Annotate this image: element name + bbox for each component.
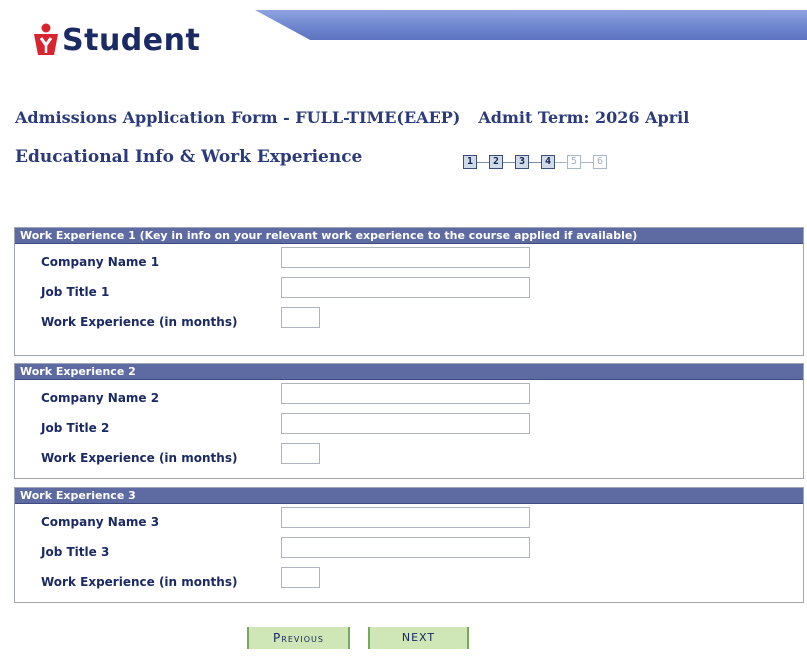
logo-text: Student — [62, 22, 201, 58]
job-title-label: Job Title 1 — [41, 285, 110, 299]
form-name: Admissions Application Form - FULL-TIME(… — [15, 108, 461, 127]
months-1-input[interactable] — [281, 307, 320, 328]
step-2[interactable]: 2 — [489, 155, 503, 169]
company-name-row: Company Name 1 — [15, 244, 803, 274]
section-title: Educational Info & Work Experience — [15, 147, 363, 167]
step-1[interactable]: 1 — [463, 155, 477, 169]
job-title-row: Job Title 1 — [15, 274, 803, 304]
work-experience-1-group: Work Experience 1 (Key in info on your r… — [14, 227, 804, 356]
job-title-row: Job Title 2 — [15, 410, 803, 440]
job-title-label: Job Title 2 — [41, 421, 110, 435]
student-logo: Student — [32, 20, 200, 60]
group-header: Work Experience 2 — [15, 364, 803, 380]
group-header: Work Experience 1 (Key in info on your r… — [15, 228, 803, 244]
months-label: Work Experience (in months) — [41, 451, 238, 465]
step-connector — [555, 161, 567, 163]
job-title-3-input[interactable] — [281, 537, 530, 558]
job-title-label: Job Title 3 — [41, 545, 110, 559]
step-4[interactable]: 4 — [541, 155, 555, 169]
step-connector — [581, 161, 593, 163]
months-row: Work Experience (in months) — [15, 564, 803, 594]
months-row: Work Experience (in months) — [15, 440, 803, 470]
next-button[interactable]: NEXT — [368, 627, 469, 649]
months-3-input[interactable] — [281, 567, 320, 588]
step-indicator: 1 2 3 4 5 6 — [463, 153, 607, 171]
job-title-row: Job Title 3 — [15, 534, 803, 564]
job-title-1-input[interactable] — [281, 277, 530, 298]
header-banner — [255, 10, 807, 40]
company-name-row: Company Name 3 — [15, 504, 803, 534]
group-header: Work Experience 3 — [15, 488, 803, 504]
admit-term: Admit Term: 2026 April — [478, 108, 690, 127]
job-title-2-input[interactable] — [281, 413, 530, 434]
company-name-label: Company Name 3 — [41, 515, 160, 529]
company-name-row: Company Name 2 — [15, 380, 803, 410]
step-connector — [503, 161, 515, 163]
company-name-2-input[interactable] — [281, 383, 530, 404]
company-name-label: Company Name 2 — [41, 391, 160, 405]
step-6: 6 — [593, 155, 607, 169]
company-name-1-input[interactable] — [281, 247, 530, 268]
step-connector — [529, 161, 541, 163]
step-connector — [477, 161, 489, 163]
company-name-label: Company Name 1 — [41, 255, 160, 269]
months-label: Work Experience (in months) — [41, 575, 238, 589]
months-row: Work Experience (in months) — [15, 304, 803, 334]
form-title: Admissions Application Form - FULL-TIME(… — [15, 108, 689, 127]
company-name-3-input[interactable] — [281, 507, 530, 528]
months-2-input[interactable] — [281, 443, 320, 464]
work-experience-3-group: Work Experience 3 Company Name 3 Job Tit… — [14, 487, 804, 603]
previous-button[interactable]: Previous — [247, 627, 350, 649]
step-5: 5 — [567, 155, 581, 169]
step-3[interactable]: 3 — [515, 155, 529, 169]
months-label: Work Experience (in months) — [41, 315, 238, 329]
work-experience-2-group: Work Experience 2 Company Name 2 Job Tit… — [14, 363, 804, 479]
logo-person-icon — [32, 23, 60, 57]
